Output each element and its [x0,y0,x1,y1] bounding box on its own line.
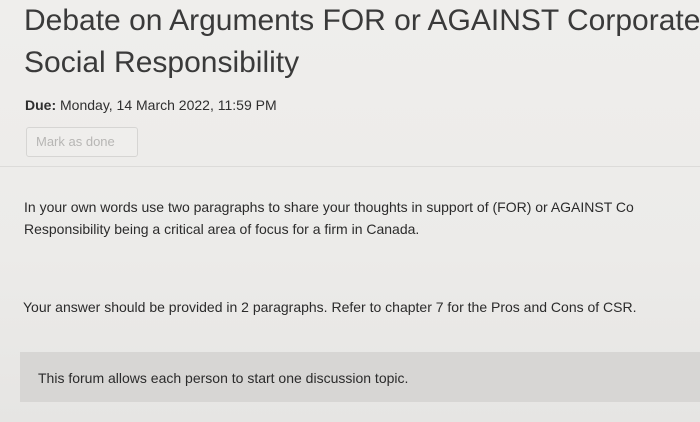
due-date: Due: Monday, 14 March 2022, 11:59 PM [25,97,277,113]
page-title: Debate on Arguments FOR or AGAINST Corpo… [24,4,700,79]
instructions-line-1: In your own words use two paragraphs to … [24,199,634,215]
due-value: Monday, 14 March 2022, 11:59 PM [56,97,277,113]
instructions-line-2: Responsibility being a critical area of … [24,221,420,237]
mark-as-done-button[interactable]: Mark as done [26,127,138,157]
section-divider [0,166,700,167]
instructions-paragraph: In your own words use two paragraphs to … [24,196,700,240]
due-label: Due: [25,97,57,113]
assignment-page: Debate on Arguments FOR or AGAINST Corpo… [0,0,700,422]
answer-instructions: Your answer should be provided in 2 para… [23,299,637,315]
forum-notice-box: This forum allows each person to start o… [20,352,700,402]
